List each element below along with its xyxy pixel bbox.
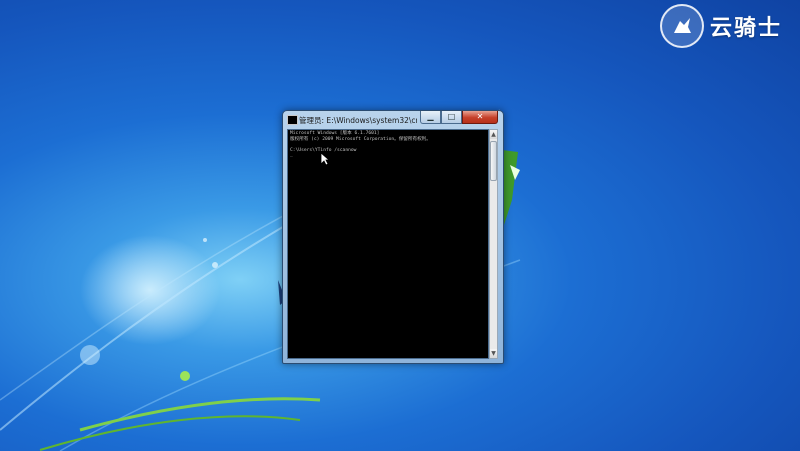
cmd-app-icon[interactable] <box>287 115 298 125</box>
scroll-up-arrow-icon[interactable]: ▲ <box>490 130 497 139</box>
desktop-background: 云骑士 管理员: E:\Windows\system32\cmd.exe ▁ □… <box>0 0 800 451</box>
cmd-window[interactable]: 管理员: E:\Windows\system32\cmd.exe ▁ □ ✕ M… <box>282 110 504 364</box>
scroll-thumb[interactable] <box>490 141 497 181</box>
vertical-scrollbar[interactable]: ▲ ▼ <box>489 129 498 359</box>
watermark-text: 云骑士 <box>709 16 782 41</box>
maximize-button[interactable]: □ <box>441 111 462 124</box>
window-titlebar[interactable]: 管理员: E:\Windows\system32\cmd.exe ▁ □ ✕ <box>283 111 503 129</box>
scroll-down-arrow-icon[interactable]: ▼ <box>490 349 497 358</box>
mouse-pointer-icon <box>320 152 330 166</box>
console-output[interactable]: Microsoft Windows [版本 6.1.7601] 版权所有 (c)… <box>287 129 489 359</box>
watermark: 云骑士 <box>659 4 782 48</box>
caption-buttons: ▁ □ ✕ <box>420 111 498 125</box>
knight-logo-icon <box>659 4 704 48</box>
minimize-button[interactable]: ▁ <box>420 111 441 124</box>
close-button[interactable]: ✕ <box>462 111 498 124</box>
window-title: 管理员: E:\Windows\system32\cmd.exe <box>299 116 417 125</box>
